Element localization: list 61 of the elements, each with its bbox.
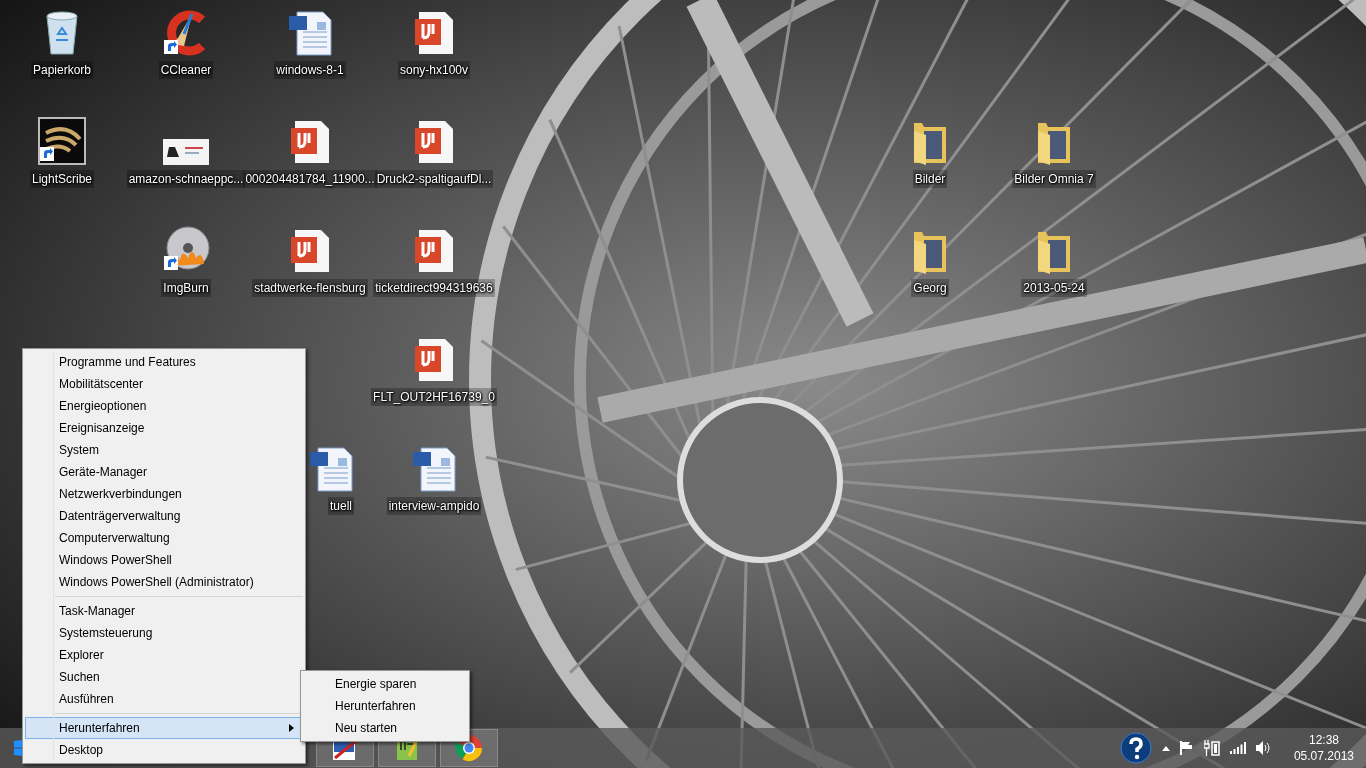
context-menu-item[interactable]: Windows PowerShell bbox=[25, 549, 303, 571]
context-menu-item[interactable]: Mobilitätscenter bbox=[25, 373, 303, 395]
clock-time: 12:38 bbox=[1308, 732, 1339, 748]
flag-icon[interactable] bbox=[1179, 741, 1194, 755]
desktop-icon-label[interactable]: amazon-schnaeppc... bbox=[126, 170, 246, 188]
context-menu-item[interactable]: Herunterfahren bbox=[25, 717, 303, 739]
context-menu-item[interactable]: Suchen bbox=[25, 666, 303, 688]
context-menu-item[interactable]: Energieoptionen bbox=[25, 395, 303, 417]
recycle-bin-icon bbox=[44, 10, 80, 56]
submenu-item[interactable]: Herunterfahren bbox=[303, 695, 467, 717]
word-document-icon bbox=[287, 10, 333, 56]
desktop-icon-label[interactable]: FLT_OUT2HF16739_0 bbox=[371, 388, 497, 406]
context-menu-item[interactable]: Computerverwaltung bbox=[25, 527, 303, 549]
pdf-document-icon bbox=[413, 10, 455, 56]
pdf-document-icon bbox=[413, 337, 455, 383]
context-menu-item[interactable]: Programme und Features bbox=[25, 351, 303, 373]
submenu-arrow-icon bbox=[289, 724, 294, 732]
clock-date: 05.07.2013 bbox=[1293, 748, 1354, 764]
image-thumbnail-icon bbox=[163, 139, 209, 165]
desktop-icon-label[interactable]: Papierkorb bbox=[31, 61, 93, 79]
context-menu-item[interactable]: Netzwerkverbindungen bbox=[25, 483, 303, 505]
desktop-icon-label[interactable]: Druck2-spaltigaufDl... bbox=[374, 170, 494, 188]
context-menu-item[interactable]: Windows PowerShell (Administrator) bbox=[25, 571, 303, 593]
signal-bars-icon[interactable] bbox=[1229, 742, 1246, 754]
context-menu-item[interactable]: Desktop bbox=[25, 739, 303, 761]
pdf-document-icon bbox=[289, 119, 331, 165]
desktop-icon-label[interactable]: 2013-05-24 bbox=[1021, 279, 1087, 297]
speaker-icon[interactable] bbox=[1255, 741, 1270, 755]
desktop-icon-label[interactable]: sony-hx100v bbox=[397, 61, 470, 79]
clock-button[interactable]: 12:38 05.07.2013 bbox=[1293, 732, 1354, 764]
desktop-icon-label[interactable]: interview-ampido bbox=[386, 497, 482, 515]
context-menu-item[interactable]: Ereignisanzeige bbox=[25, 417, 303, 439]
context-menu-item[interactable]: Task-Manager bbox=[25, 600, 303, 622]
help-icon[interactable] bbox=[1119, 732, 1152, 764]
pdf-document-icon bbox=[413, 228, 455, 274]
battery-plug-icon[interactable] bbox=[1203, 740, 1220, 756]
submenu-item[interactable]: Energie sparen bbox=[303, 673, 467, 695]
desktop-icon-label[interactable]: CCleaner bbox=[158, 61, 214, 79]
context-menu-item[interactable]: Explorer bbox=[25, 644, 303, 666]
desktop-icon-label[interactable]: stadtwerke-flensburg bbox=[252, 279, 368, 297]
submenu-item[interactable]: Neu starten bbox=[303, 717, 467, 739]
desktop-icon-label[interactable]: ImgBurn bbox=[161, 279, 211, 297]
desktop-icon-label[interactable]: Bilder Omnia 7 bbox=[1012, 170, 1096, 188]
show-hidden-icons-caret-icon[interactable] bbox=[1161, 745, 1170, 751]
desktop-icon-label[interactable]: LightScribe bbox=[29, 170, 94, 188]
desktop-icon-label[interactable]: windows-8-1 bbox=[274, 61, 346, 79]
pdf-document-icon bbox=[289, 228, 331, 274]
desktop-icon-label[interactable]: Georg bbox=[911, 279, 949, 297]
desktop-icon-label[interactable]: ticketdirect994319636 bbox=[373, 279, 495, 297]
desktop-icon-label[interactable]: tuell bbox=[328, 497, 354, 515]
context-menu-item[interactable]: Ausführen bbox=[25, 688, 303, 710]
context-menu-item[interactable]: Geräte-Manager bbox=[25, 461, 303, 483]
context-menu-item[interactable]: Systemsteuerung bbox=[25, 622, 303, 644]
context-menu-item[interactable]: System bbox=[25, 439, 303, 461]
word-document-icon bbox=[411, 446, 457, 492]
desktop-icon-label[interactable]: Bilder bbox=[912, 170, 948, 188]
context-menu-item[interactable]: Datenträgerverwaltung bbox=[25, 505, 303, 527]
disc-rays-icon bbox=[38, 117, 86, 165]
desktop-icon-label[interactable]: 000204481784_11900... bbox=[243, 170, 377, 188]
word-document-icon bbox=[308, 446, 354, 492]
pdf-document-icon bbox=[413, 119, 455, 165]
